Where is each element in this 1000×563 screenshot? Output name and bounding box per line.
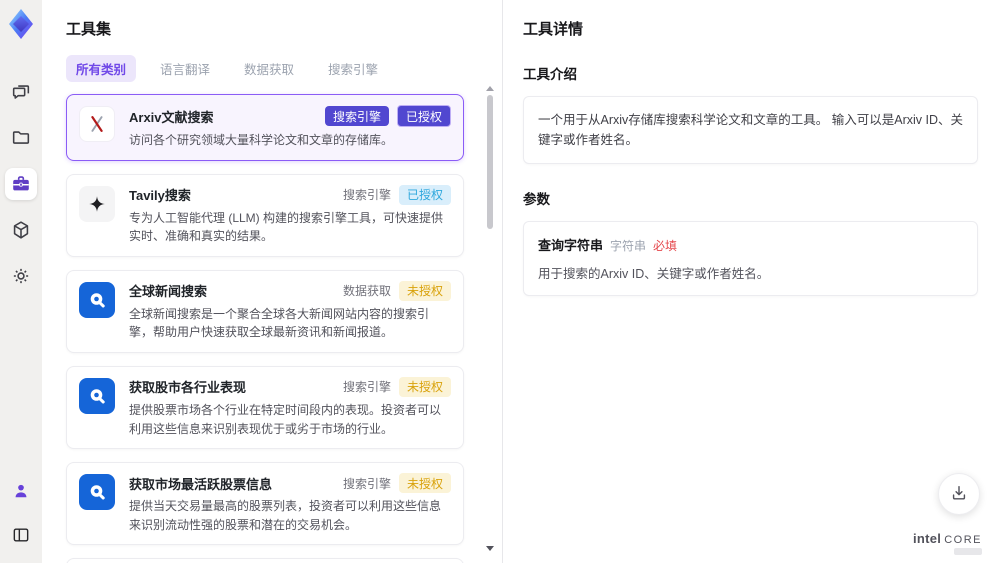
tool-name: 获取市场最活跃股票信息 [129, 476, 273, 492]
detail-pane: 工具详情 工具介绍 一个用于从Arxiv存储库搜索科学论文和文章的工具。 输入可… [503, 0, 1000, 563]
tool-description: 提供当天交易量最高的股票列表，投资者可以利用这些信息来识别流动性强的股票和潜在的… [129, 499, 442, 532]
chat-icon [10, 81, 32, 103]
user-profile-button[interactable] [5, 475, 37, 507]
panel-toggle-icon [11, 525, 31, 545]
tool-category-badge: 搜索引擎 [342, 476, 391, 491]
tool-description: 提供股票市场各个行业在特定时间段内的表现。投资者可以利用这些信息来识别表现优于或… [129, 402, 442, 436]
category-tab-3[interactable]: 搜索引擎 [318, 55, 388, 82]
sidebar-rail [0, 0, 42, 563]
cube-icon [10, 219, 32, 241]
app-window: 工具集 所有类别 语言翻译 数据获取 搜索引擎 Arxiv文献搜索 搜索引擎 已授权 访问各… [0, 0, 1000, 563]
tool-category-badge: 搜索引擎 [324, 106, 389, 126]
sidebar-nav [5, 76, 37, 292]
category-tab-0[interactable]: 所有类别 [66, 55, 137, 82]
scroll-down-icon[interactable] [486, 546, 494, 551]
tool-status-badge: 已授权 [396, 105, 451, 127]
category-tab-1[interactable]: 语言翻译 [150, 55, 220, 82]
tool-card-5[interactable]: 万维地区新闻查询搜索引擎未授权查询具体行政区划内的新闻，快速了解各地新闻动 [66, 558, 464, 563]
sidebar-item-files[interactable] [5, 122, 37, 154]
tool-description: 全球新闻搜索是一个聚合全球各大新闻网站内容的搜索引擎，帮助用户快速获取全球最新资… [129, 306, 430, 340]
sidebar-bottom [5, 475, 37, 551]
app-logo-icon [6, 8, 36, 40]
tool-name: 全球新闻搜索 [129, 284, 208, 300]
tool-name: 获取股市各行业表现 [129, 380, 247, 396]
intro-heading: 工具介绍 [523, 67, 577, 82]
download-icon [949, 483, 969, 506]
quark-icon [79, 377, 115, 414]
tool-card-0[interactable]: Arxiv文献搜索 搜索引擎 已授权 访问各个研究领域大量科学论文和文章的存储库。 [66, 94, 464, 161]
tool-intro-text: 一个用于从Arxiv存储库搜索科学论文和文章的工具。 输入可以是Arxiv ID… [538, 113, 964, 147]
tool-status-badge: 未授权 [398, 376, 451, 397]
toolset-pane: 工具集 所有类别 语言翻译 数据获取 搜索引擎 Arxiv文献搜索 搜索引擎 已授权 访问各… [42, 0, 503, 563]
user-icon [11, 481, 31, 501]
tool-card-3[interactable]: 获取股市各行业表现 搜索引擎 未授权提供股票市场各个行业在特定时间段内的表现。投资者… [66, 365, 464, 450]
sidebar-item-packages[interactable] [5, 214, 37, 246]
param-name: 查询字符串 [538, 238, 604, 253]
tool-description: 访问各个研究领域大量科学论文和文章的存储库。 [129, 133, 394, 147]
intel-brand-text: intel [912, 531, 942, 546]
intel-ultra-badge [954, 548, 982, 555]
tavily-icon [79, 185, 115, 222]
intel-core-logo: intel core [913, 531, 982, 555]
folder-icon [10, 127, 32, 149]
tool-status-badge: 未授权 [398, 280, 451, 301]
gear-icon [10, 265, 32, 287]
tool-status-badge: 未授权 [398, 473, 451, 494]
scrollbar-thumb[interactable] [487, 95, 493, 229]
main-content: 工具集 所有类别 语言翻译 数据获取 搜索引擎 Arxiv文献搜索 搜索引擎 已授权 访问各… [42, 0, 1000, 563]
param-card-0: 查询字符串 字符串 必填用于搜索的Arxiv ID、关键字或作者姓名。 [523, 221, 978, 296]
param-description: 用于搜索的Arxiv ID、关键字或作者姓名。 [538, 267, 770, 281]
toolbox-icon [10, 173, 32, 195]
category-tab-2[interactable]: 数据获取 [234, 55, 304, 82]
tool-card-2[interactable]: 全球新闻搜索 数据获取 未授权全球新闻搜索是一个聚合全球各大新闻网站内容的搜索引擎，… [66, 269, 464, 353]
download-button[interactable] [938, 473, 980, 515]
tool-description: 专为人工智能代理 (LLM) 构建的搜索引擎工具，可快速提供实时、准确和真实的结… [129, 210, 444, 244]
arxiv-icon [79, 106, 115, 142]
param-type: 字符串 [610, 239, 647, 253]
tool-category-badge: 搜索引擎 [342, 380, 391, 395]
sidebar-item-tools[interactable] [5, 168, 37, 200]
tool-card-4[interactable]: 获取市场最活跃股票信息 搜索引擎 未授权提供当天交易量最高的股票列表，投资者可以利用… [66, 462, 464, 546]
tool-intro-box: 一个用于从Arxiv存储库搜索科学论文和文章的工具。 输入可以是Arxiv ID… [523, 96, 978, 164]
tool-list: Arxiv文献搜索 搜索引擎 已授权 访问各个研究领域大量科学论文和文章的存储库。 Ta… [66, 94, 478, 563]
list-scrollbar[interactable] [486, 86, 494, 551]
quark-icon [79, 281, 115, 318]
tool-name: Tavily搜索 [129, 188, 191, 204]
tool-category-badge: 数据获取 [342, 284, 391, 299]
sidebar-item-chat[interactable] [5, 76, 37, 108]
panel-toggle-button[interactable] [5, 519, 37, 551]
category-tabs: 所有类别 语言翻译 数据获取 搜索引擎 [66, 55, 478, 82]
tool-status-badge: 已授权 [398, 184, 451, 205]
param-required-flag: 必填 [653, 239, 678, 253]
tool-name: Arxiv文献搜索 [129, 109, 214, 125]
tool-category-badge: 搜索引擎 [342, 188, 391, 203]
core-brand-text: core [944, 534, 982, 546]
toolset-title: 工具集 [66, 21, 112, 38]
param-list: 查询字符串 字符串 必填用于搜索的Arxiv ID、关键字或作者姓名。 [523, 221, 978, 296]
scroll-up-icon[interactable] [486, 86, 494, 91]
params-heading: 参数 [523, 192, 550, 207]
details-title: 工具详情 [523, 21, 584, 38]
sidebar-item-settings[interactable] [5, 260, 37, 292]
quark-icon [79, 474, 115, 511]
tool-card-1[interactable]: Tavily搜索 搜索引擎 已授权专为人工智能代理 (LLM) 构建的搜索引擎工具，… [66, 173, 464, 257]
